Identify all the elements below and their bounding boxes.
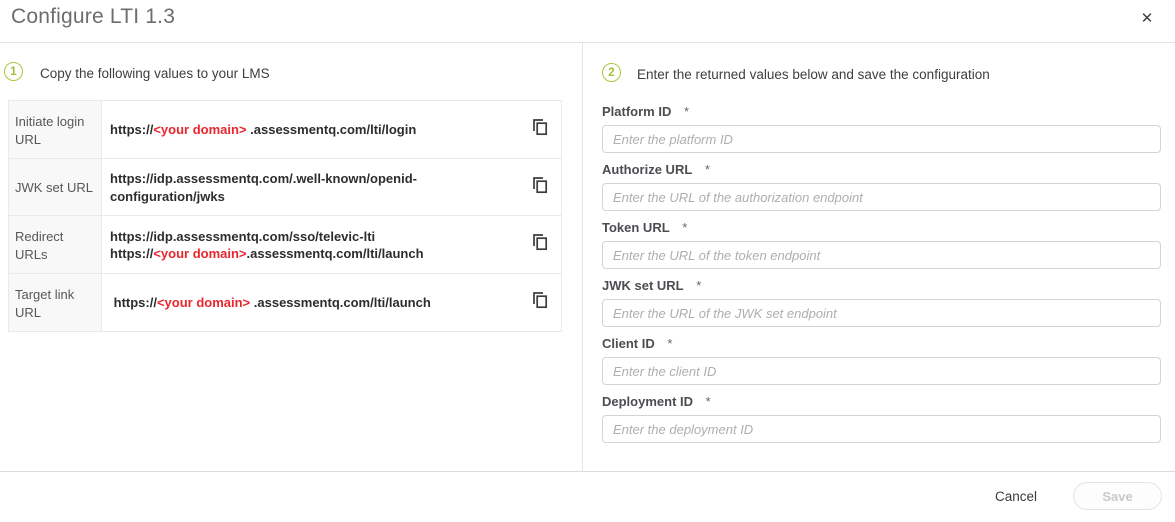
- form-field: Platform ID *: [602, 104, 1161, 153]
- close-icon[interactable]: ✕: [1133, 4, 1161, 32]
- copy-button[interactable]: [519, 101, 561, 158]
- header-divider: [0, 42, 1175, 43]
- copy-button[interactable]: [519, 274, 561, 331]
- field-label-row: Platform ID *: [602, 104, 1161, 120]
- table-row: Initiate login URL https://<your domain>…: [9, 101, 561, 160]
- url-value: https://<your domain> .assessmentq.com/l…: [110, 122, 417, 138]
- required-asterisk: *: [682, 220, 688, 235]
- value-label: Redirect URLs: [9, 216, 102, 274]
- form-field: Deployment ID *: [602, 394, 1161, 443]
- step-2-instruction: Enter the returned values below and save…: [637, 67, 990, 82]
- field-label: JWK set URL: [602, 278, 684, 293]
- value-label: Initiate login URL: [9, 101, 102, 159]
- field-label-row: JWK set URL *: [602, 278, 1161, 294]
- form-field: JWK set URL *: [602, 278, 1161, 327]
- field-input[interactable]: [602, 415, 1161, 443]
- copy-icon: [532, 233, 548, 256]
- field-label-row: Token URL *: [602, 220, 1161, 236]
- required-asterisk: *: [696, 278, 702, 293]
- copy-button[interactable]: [519, 159, 561, 215]
- field-input[interactable]: [602, 357, 1161, 385]
- value-label: Target link URL: [9, 274, 102, 332]
- copy-icon: [532, 291, 548, 314]
- field-label: Token URL: [602, 220, 670, 235]
- step-2-badge: 2: [602, 63, 621, 82]
- step-1-badge: 1: [4, 62, 23, 81]
- field-label-row: Authorize URL *: [602, 162, 1161, 178]
- field-label-row: Client ID *: [602, 336, 1161, 352]
- dialog-title: Configure LTI 1.3: [11, 5, 176, 28]
- configuration-form: Platform ID * Authorize URL * Token URL …: [602, 100, 1161, 452]
- field-label-row: Deployment ID *: [602, 394, 1161, 410]
- lti-values-table: Initiate login URL https://<your domain>…: [8, 100, 562, 333]
- form-field: Token URL *: [602, 220, 1161, 269]
- field-input[interactable]: [602, 125, 1161, 153]
- save-button[interactable]: Save: [1073, 482, 1162, 510]
- table-row: Redirect URLs https://idp.assessmentq.co…: [9, 216, 561, 275]
- cancel-button[interactable]: Cancel: [985, 485, 1047, 508]
- required-asterisk: *: [667, 336, 673, 351]
- field-input[interactable]: [602, 241, 1161, 269]
- field-input[interactable]: [602, 299, 1161, 327]
- table-row: Target link URL https://<your domain> .a…: [9, 274, 561, 332]
- field-label: Client ID: [602, 336, 655, 351]
- copy-icon: [532, 118, 548, 141]
- panel-divider: [582, 43, 583, 471]
- footer-divider: [0, 471, 1175, 472]
- url-value: https://idp.assessmentq.com/sso/televic-…: [110, 228, 424, 262]
- field-label: Authorize URL: [602, 162, 693, 177]
- field-input[interactable]: [602, 183, 1161, 211]
- configure-lti-dialog: Configure LTI 1.3 ✕ 1 Copy the following…: [0, 0, 1175, 522]
- required-asterisk: *: [704, 162, 710, 177]
- table-row: JWK set URL https://idp.assessmentq.com/…: [9, 159, 561, 217]
- step-1-instruction: Copy the following values to your LMS: [40, 66, 270, 81]
- form-field: Authorize URL *: [602, 162, 1161, 211]
- required-asterisk: *: [683, 104, 690, 119]
- url-value: https://idp.assessmentq.com/.well-known/…: [110, 171, 417, 204]
- field-label: Platform ID: [602, 104, 672, 119]
- form-field: Client ID *: [602, 336, 1161, 385]
- required-asterisk: *: [705, 394, 711, 409]
- field-label: Deployment ID: [602, 394, 694, 409]
- value-label: JWK set URL: [9, 159, 102, 216]
- copy-button[interactable]: [519, 216, 561, 273]
- copy-icon: [532, 176, 548, 199]
- url-value: https://<your domain> .assessmentq.com/l…: [110, 295, 431, 311]
